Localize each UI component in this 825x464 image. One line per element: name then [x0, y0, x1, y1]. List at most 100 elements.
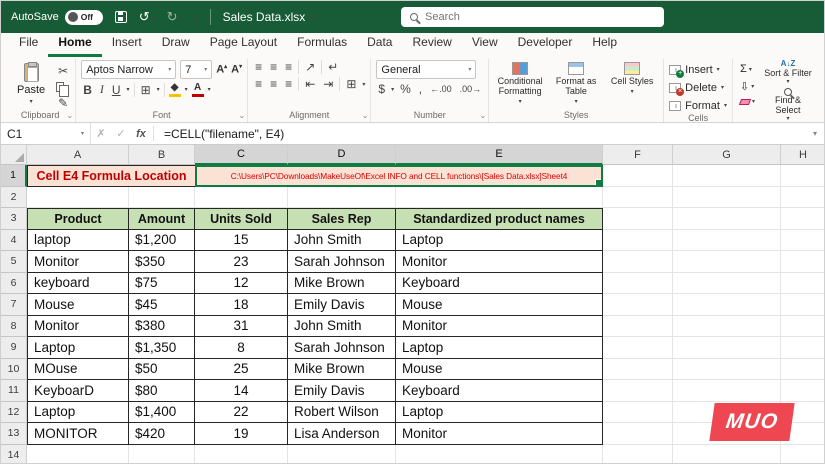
cell-D12[interactable]: Robert Wilson — [288, 401, 396, 423]
cell-G5[interactable] — [673, 251, 781, 273]
cell-C11[interactable]: 14 — [195, 380, 288, 402]
cell-D13[interactable]: Lisa Anderson — [288, 423, 396, 445]
cell-C9[interactable]: 8 — [195, 337, 288, 359]
cell-H3[interactable] — [781, 208, 824, 230]
cell-B2[interactable] — [129, 186, 195, 208]
cell-A12[interactable]: Laptop — [27, 401, 129, 423]
tab-insert[interactable]: Insert — [102, 32, 152, 57]
cell-E13[interactable]: Monitor — [396, 423, 603, 445]
name-box[interactable]: C1 ▾ — [1, 123, 91, 144]
fill-color-button[interactable]: ◆ — [168, 82, 181, 97]
cell-H14[interactable] — [781, 444, 824, 463]
row-header-12[interactable]: 12 — [1, 401, 27, 423]
cell-F10[interactable] — [603, 358, 673, 380]
borders-icon[interactable]: ⊞ — [139, 83, 153, 97]
row-header-2[interactable]: 2 — [1, 186, 27, 208]
tab-review[interactable]: Review — [402, 32, 461, 57]
cell-A4[interactable]: laptop — [27, 229, 129, 251]
tab-help[interactable]: Help — [582, 32, 627, 57]
merge-center-caret-icon[interactable]: ▾ — [362, 81, 365, 88]
cell-F1[interactable] — [603, 165, 673, 187]
cell-B10[interactable]: $50 — [129, 358, 195, 380]
borders-caret-icon[interactable]: ▾ — [157, 86, 160, 93]
cell-A14[interactable] — [27, 444, 129, 463]
font-size-combo[interactable]: 7 ▾ — [180, 60, 213, 79]
cell-F3[interactable] — [603, 208, 673, 230]
cell-H5[interactable] — [781, 251, 824, 273]
wrap-text-icon[interactable]: ↵ — [326, 60, 340, 74]
cell-G8[interactable] — [673, 315, 781, 337]
cell-G7[interactable] — [673, 294, 781, 316]
underline-button[interactable]: U — [110, 83, 123, 97]
save-button[interactable] — [114, 11, 127, 23]
cell-D11[interactable]: Emily Davis — [288, 380, 396, 402]
col-header-G[interactable]: G — [673, 145, 781, 165]
undo-button[interactable]: ↺ ▾ — [139, 9, 155, 25]
cell-B6[interactable]: $75 — [129, 272, 195, 294]
decrease-font-size-icon[interactable]: A▾ — [231, 63, 242, 76]
cell-D14[interactable] — [288, 444, 396, 463]
cell-H9[interactable] — [781, 337, 824, 359]
cell-D8[interactable]: John Smith — [288, 315, 396, 337]
autosum-button[interactable]: Σ ▾ — [738, 62, 757, 76]
cell-E4[interactable]: Laptop — [396, 229, 603, 251]
col-header-F[interactable]: F — [603, 145, 673, 165]
sort-filter-button[interactable]: A↓Z Sort & Filter ▾ — [763, 59, 813, 85]
underline-caret-icon[interactable]: ▾ — [127, 86, 130, 93]
cell-H11[interactable] — [781, 380, 824, 402]
find-select-button[interactable]: Find & Select ▾ — [763, 88, 813, 122]
cell-B12[interactable]: $1,400 — [129, 401, 195, 423]
insert-cells-button[interactable]: Insert ▾ — [669, 62, 727, 78]
cell-F8[interactable] — [603, 315, 673, 337]
row-header-8[interactable]: 8 — [1, 315, 27, 337]
cell-G4[interactable] — [673, 229, 781, 251]
banner-label-cell[interactable]: Cell E4 Formula Location — [27, 165, 195, 187]
cell-H6[interactable] — [781, 272, 824, 294]
cell-E11[interactable]: Keyboard — [396, 380, 603, 402]
cell-B9[interactable]: $1,350 — [129, 337, 195, 359]
cell-E9[interactable]: Laptop — [396, 337, 603, 359]
cell-G11[interactable] — [673, 380, 781, 402]
cell-styles-button[interactable]: Cell Styles ▾ — [606, 60, 658, 95]
increase-decimal-icon[interactable]: ←.00 — [428, 84, 454, 94]
cell-C6[interactable]: 12 — [195, 272, 288, 294]
cell-H1[interactable] — [781, 165, 824, 187]
col-header-B[interactable]: B — [129, 145, 195, 165]
cell-H10[interactable] — [781, 358, 824, 380]
formula-input[interactable]: =CELL("filename", E4) — [156, 123, 806, 144]
tab-data[interactable]: Data — [357, 32, 402, 57]
quick-access-menu-icon[interactable]: ▾ — [195, 14, 198, 21]
insert-function-icon[interactable]: fx — [131, 123, 151, 144]
cell-A11[interactable]: KeyboarD — [27, 380, 129, 402]
align-middle-icon[interactable]: ≡ — [268, 60, 279, 74]
document-title[interactable]: Sales Data.xlsx ▾ — [223, 10, 314, 24]
fill-color-caret-icon[interactable]: ▾ — [185, 86, 188, 93]
cell-B7[interactable]: $45 — [129, 294, 195, 316]
tab-page-layout[interactable]: Page Layout — [200, 32, 287, 57]
cell-G1[interactable] — [673, 165, 781, 187]
alignment-dialog-launcher-icon[interactable]: ⌄ — [362, 112, 369, 120]
format-as-table-button[interactable]: Format as Table ▾ — [550, 60, 602, 105]
bold-button[interactable]: B — [81, 83, 94, 97]
clipboard-dialog-launcher-icon[interactable]: ⌄ — [67, 112, 74, 120]
clear-button[interactable]: ▾ — [738, 97, 757, 106]
cancel-icon[interactable]: ✗ — [91, 123, 111, 144]
row-header-11[interactable]: 11 — [1, 380, 27, 402]
row-header-6[interactable]: 6 — [1, 272, 27, 294]
row-header-5[interactable]: 5 — [1, 251, 27, 273]
cell-F2[interactable] — [603, 186, 673, 208]
cell-F4[interactable] — [603, 229, 673, 251]
formula-result-cell[interactable]: C:\Users\PC\Downloads\MakeUseOf\Excel IN… — [195, 165, 603, 187]
row-header-4[interactable]: 4 — [1, 229, 27, 251]
cell-G2[interactable] — [673, 186, 781, 208]
decrease-indent-icon[interactable]: ⇤ — [303, 77, 317, 91]
search-box[interactable] — [401, 7, 664, 27]
cell-B13[interactable]: $420 — [129, 423, 195, 445]
delete-cells-button[interactable]: Delete ▾ — [669, 80, 727, 96]
italic-button[interactable]: I — [98, 82, 106, 97]
row-header-3[interactable]: 3 — [1, 208, 27, 230]
select-all-corner[interactable] — [1, 145, 27, 165]
cell-C8[interactable]: 31 — [195, 315, 288, 337]
cell-F5[interactable] — [603, 251, 673, 273]
fill-button[interactable]: ⇩ ▾ — [738, 79, 757, 94]
